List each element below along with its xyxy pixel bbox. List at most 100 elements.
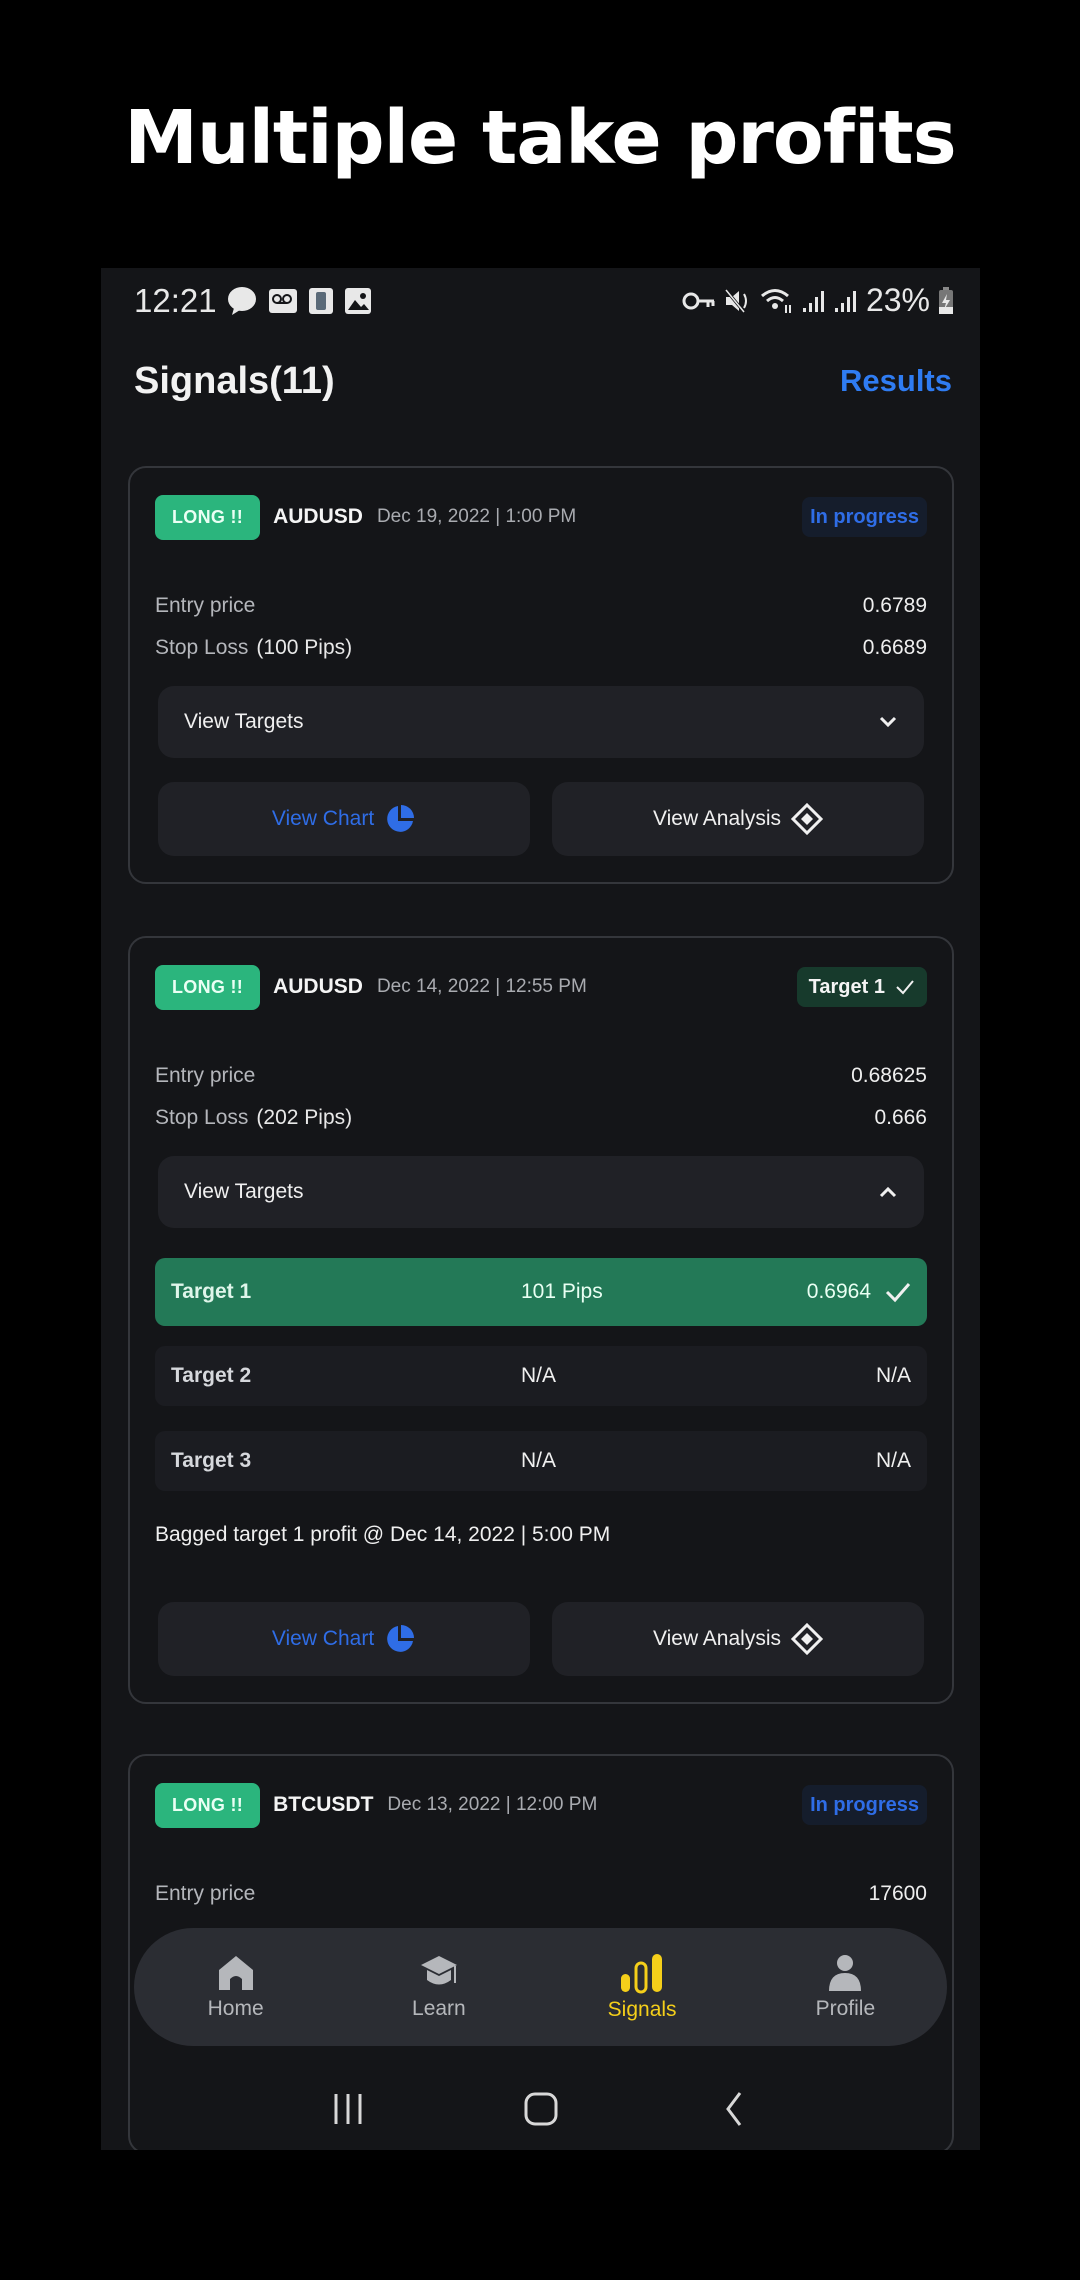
stop-loss-pips: (202 Pips): [256, 1106, 353, 1129]
gallery-icon: [345, 288, 371, 314]
view-targets-label: View Targets: [184, 1180, 304, 1203]
nav-label: Learn: [412, 1997, 466, 2020]
status-badge: Target 1: [796, 967, 927, 1007]
view-chart-button[interactable]: View Chart: [158, 782, 530, 856]
system-nav-bar: [101, 2068, 980, 2150]
target-price: 0.6964: [806, 1280, 871, 1303]
entry-price-label: Entry price: [155, 594, 256, 617]
entry-price-row: Entry price 0.68625: [155, 1064, 927, 1088]
pair-symbol: BTCUSDT: [273, 1793, 374, 1816]
analysis-diamond-icon: [791, 1623, 823, 1655]
wifi-icon: [760, 288, 791, 313]
graduation-cap-icon: [420, 1956, 457, 1985]
vpn-key-icon: [682, 292, 715, 309]
stop-loss-label: Stop Loss: [155, 1106, 249, 1129]
bagged-note: Bagged target 1 profit @ Dec 14, 2022 | …: [155, 1523, 611, 1546]
entry-price-value: 17600: [868, 1882, 927, 1905]
target-price: N/A: [875, 1364, 911, 1387]
nav-item-profile[interactable]: Profile: [770, 1953, 920, 2021]
back-icon[interactable]: [716, 2091, 752, 2127]
signal-date: Dec 19, 2022 | 1:00 PM: [376, 506, 577, 527]
stop-loss-value: 0.6689: [862, 636, 927, 659]
nav-label: Home: [207, 1997, 264, 2020]
view-analysis-label: View Analysis: [652, 807, 781, 830]
target-name: Target 2: [171, 1364, 252, 1387]
stop-loss-label: Stop Loss: [155, 636, 249, 659]
target-pips: 101 Pips: [521, 1280, 603, 1303]
stop-loss-row: Stop Loss (202 Pips) 0.666: [155, 1106, 927, 1130]
stop-loss-value: 0.666: [874, 1106, 927, 1129]
recent-apps-icon[interactable]: [330, 2091, 366, 2127]
pair-symbol: AUDUSD: [273, 975, 363, 998]
signal-bars-icon: [621, 1954, 663, 1994]
signals-list[interactable]: LONG !! AUDUSD Dec 19, 2022 | 1:00 PM In…: [101, 466, 980, 2150]
analysis-diamond-icon: [791, 803, 823, 835]
chevron-down-icon: [879, 716, 897, 728]
entry-price-label: Entry price: [155, 1882, 256, 1905]
target-row: Target 2 N/A N/A: [155, 1346, 927, 1406]
message-icon: [228, 287, 256, 315]
profile-icon: [829, 1955, 862, 1991]
nav-item-home[interactable]: Home: [161, 1953, 311, 2021]
target-pips: N/A: [521, 1449, 557, 1472]
direction-badge: LONG !!: [155, 1782, 261, 1828]
promo-title: Multiple take profits: [124, 95, 956, 181]
home-icon: [218, 1956, 253, 1990]
voicemail-icon: [269, 289, 297, 313]
status-time: 12:21: [134, 282, 217, 319]
results-link[interactable]: Results: [840, 363, 952, 399]
chevron-up-icon: [879, 1186, 897, 1198]
nav-label: Signals: [607, 1998, 677, 2021]
view-targets-label: View Targets: [184, 710, 304, 733]
home-button-icon[interactable]: [523, 2091, 559, 2127]
phone-screen: 12:21 23% Signals(11) Results LONG !! AU…: [101, 268, 980, 2150]
page-title: Signals(11): [134, 360, 335, 402]
phone-app-icon: [309, 288, 333, 314]
stop-loss-pips: (100 Pips): [256, 636, 353, 659]
pie-chart-icon: [387, 1625, 415, 1652]
signal-date: Dec 14, 2022 | 12:55 PM: [376, 976, 587, 997]
entry-price-row: Entry price 0.6789: [155, 594, 927, 618]
target-pips: N/A: [521, 1364, 557, 1387]
status-badge: In progress: [802, 1785, 927, 1825]
signal-icon: [802, 290, 824, 312]
target-name: Target 3: [171, 1449, 252, 1472]
status-badge: In progress: [802, 497, 927, 537]
signal-icon: [834, 290, 856, 312]
direction-badge: LONG !!: [155, 494, 261, 540]
nav-label: Profile: [815, 1997, 876, 2020]
target-row: Target 1 101 Pips 0.6964: [155, 1258, 927, 1326]
pie-chart-icon: [387, 805, 415, 832]
battery-percent: 23%: [865, 282, 930, 318]
target-name: Target 1: [171, 1280, 252, 1303]
status-bar: 12:21 23%: [101, 268, 980, 334]
direction-badge: LONG !!: [155, 964, 261, 1010]
entry-price-row: Entry price 17600: [155, 1882, 927, 1906]
signal-date: Dec 13, 2022 | 12:00 PM: [387, 1794, 598, 1815]
nav-item-learn[interactable]: Learn: [364, 1953, 514, 2021]
bottom-nav: Home Learn Signals Profile: [134, 1928, 947, 2046]
target-row: Target 3 N/A N/A: [155, 1431, 927, 1491]
entry-price-value: 0.68625: [851, 1064, 927, 1087]
battery-charging-icon: [939, 286, 953, 314]
nav-item-signals[interactable]: Signals: [567, 1952, 717, 2022]
view-chart-button[interactable]: View Chart: [158, 1602, 530, 1676]
check-icon: [885, 1283, 911, 1303]
mute-icon: [724, 288, 747, 313]
target-price: N/A: [875, 1449, 911, 1472]
status-badge-label: Target 1: [808, 976, 885, 998]
view-analysis-button[interactable]: View Analysis: [552, 1602, 924, 1676]
view-analysis-label: View Analysis: [652, 1627, 781, 1650]
view-targets-toggle[interactable]: View Targets: [158, 686, 924, 758]
view-targets-toggle[interactable]: View Targets: [158, 1156, 924, 1228]
entry-price-value: 0.6789: [862, 594, 927, 617]
view-chart-label: View Chart: [271, 1627, 375, 1650]
check-icon: [896, 980, 914, 995]
view-analysis-button[interactable]: View Analysis: [552, 782, 924, 856]
pair-symbol: AUDUSD: [273, 505, 363, 528]
entry-price-label: Entry price: [155, 1064, 256, 1087]
signal-card: LONG !! AUDUSD Dec 14, 2022 | 12:55 PM T…: [128, 936, 954, 1704]
stop-loss-row: Stop Loss (100 Pips) 0.6689: [155, 636, 927, 660]
signal-card: LONG !! AUDUSD Dec 19, 2022 | 1:00 PM In…: [128, 466, 954, 884]
view-chart-label: View Chart: [271, 807, 375, 830]
